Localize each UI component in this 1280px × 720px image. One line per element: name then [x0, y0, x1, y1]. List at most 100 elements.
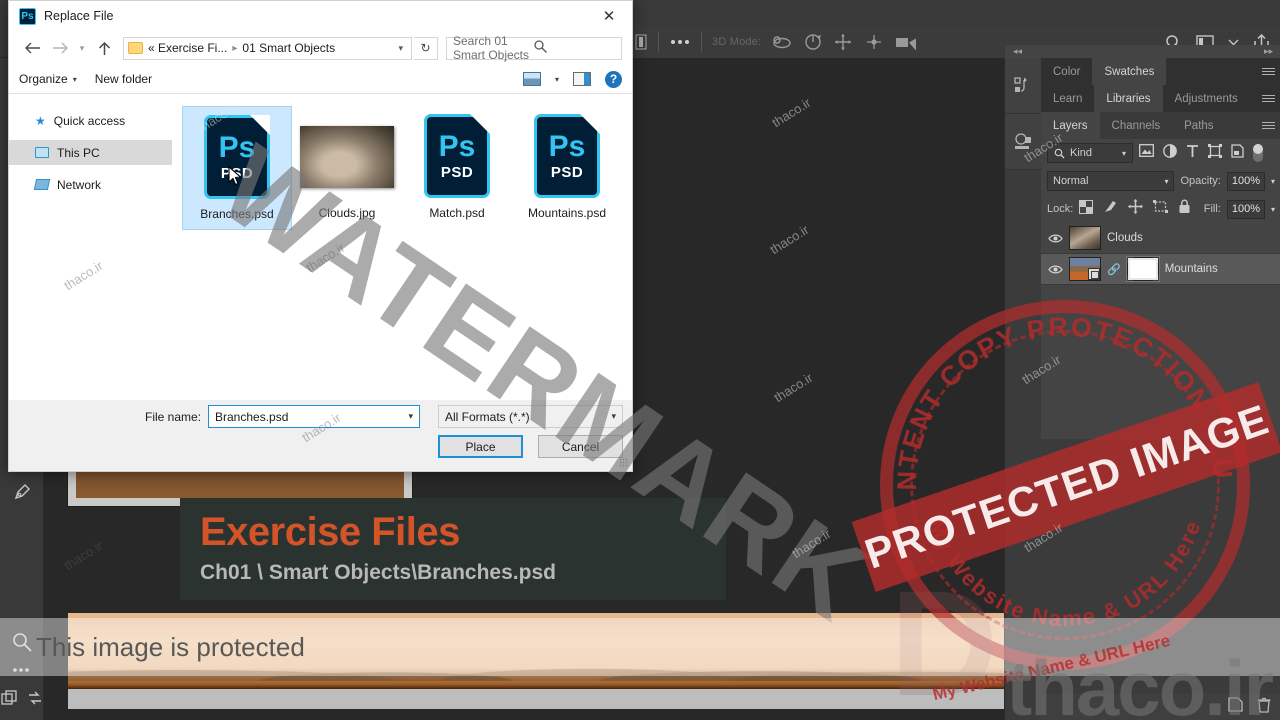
list-item[interactable]: Ps PSD Branches.psd: [182, 106, 292, 230]
eye-icon[interactable]: [1047, 233, 1063, 244]
new-folder-button[interactable]: New folder: [95, 72, 152, 86]
collapse-left-icon[interactable]: ◂◂: [1013, 46, 1022, 57]
panel-toggle-icon[interactable]: [634, 34, 648, 50]
preview-pane-icon[interactable]: [573, 72, 591, 86]
blend-mode-select[interactable]: Normal ▾: [1047, 171, 1175, 191]
chevron-down-icon[interactable]: ▾: [73, 75, 77, 84]
lock-artboard-icon[interactable]: [1153, 199, 1169, 219]
sidebar-item-network[interactable]: Network: [9, 172, 172, 197]
color-panel-menu-icon[interactable]: [1262, 58, 1275, 85]
slide-3d-icon[interactable]: [863, 33, 885, 51]
resize-grip[interactable]: [619, 458, 629, 468]
opacity-dropdown-icon[interactable]: ▾: [1271, 177, 1275, 186]
tab-swatches[interactable]: Swatches: [1092, 58, 1167, 85]
fill-value[interactable]: 100%: [1226, 199, 1265, 219]
tab-layers[interactable]: Layers: [1041, 112, 1100, 139]
mask-link-icon[interactable]: 🔗: [1107, 263, 1121, 276]
collapse-right-icon[interactable]: ▸▸: [1264, 46, 1273, 57]
search-icon[interactable]: [534, 40, 615, 56]
help-icon[interactable]: ?: [605, 70, 622, 88]
pan-3d-icon[interactable]: [833, 33, 853, 51]
ps-glyph: Ps: [438, 129, 476, 163]
camera-3d-icon[interactable]: [895, 34, 919, 50]
history-panel-icon[interactable]: [1005, 58, 1041, 114]
filename-input[interactable]: Branches.psd ▾: [208, 405, 420, 428]
layers-panel-menu-icon[interactable]: [1262, 112, 1275, 139]
eye-icon[interactable]: [1047, 264, 1063, 275]
layer-thumbnail[interactable]: [1069, 226, 1101, 250]
type-layer-filter-icon[interactable]: [1186, 144, 1199, 163]
new-layer-icon[interactable]: [1228, 697, 1243, 717]
lock-image-pixels-icon[interactable]: [1103, 199, 1118, 219]
smart-object-filter-icon[interactable]: [1231, 143, 1244, 163]
tab-learn[interactable]: Learn: [1041, 85, 1095, 112]
list-item[interactable]: Ps PSD Mountains.psd: [512, 106, 622, 230]
pen-tool-icon[interactable]: [12, 482, 32, 502]
breadcrumb[interactable]: « Exercise Fi... ▸ 01 Smart Objects ▾: [123, 36, 412, 60]
layer-name[interactable]: Clouds: [1107, 232, 1143, 244]
adjustment-layer-filter-icon[interactable]: [1163, 143, 1177, 163]
chevron-down-icon[interactable]: ▾: [1164, 177, 1168, 186]
screen-mode-icon[interactable]: [27, 690, 43, 706]
cancel-button[interactable]: Cancel: [538, 435, 623, 458]
back-arrow-icon[interactable]: [19, 35, 45, 61]
refresh-icon[interactable]: ↻: [414, 36, 438, 60]
list-item[interactable]: Clouds.jpg: [292, 106, 402, 230]
fill-dropdown-icon[interactable]: ▾: [1271, 205, 1275, 214]
delete-layer-icon[interactable]: [1257, 697, 1271, 718]
chevron-down-icon[interactable]: ▾: [555, 75, 559, 84]
chevron-down-icon[interactable]: ▾: [1122, 149, 1126, 158]
orbit-3d-icon[interactable]: [771, 33, 793, 51]
forward-arrow-icon[interactable]: [47, 35, 73, 61]
sidebar-item-quick-access[interactable]: ★ Quick access: [9, 108, 172, 133]
roll-3d-icon[interactable]: [803, 33, 823, 51]
layer-mask-thumbnail[interactable]: [1126, 257, 1159, 281]
quick-mask-icon[interactable]: [0, 690, 17, 706]
tab-adjustments[interactable]: Adjustments: [1162, 85, 1250, 112]
3d-panel-icon[interactable]: [1005, 114, 1041, 170]
table-row[interactable]: 🔗 Mountains: [1041, 254, 1280, 285]
lock-position-icon[interactable]: [1128, 199, 1144, 219]
layer-thumbnail[interactable]: [1069, 257, 1101, 281]
organize-button[interactable]: Organize ▾: [19, 72, 77, 86]
list-item[interactable]: Ps PSD Match.psd: [402, 106, 512, 230]
replace-file-dialog[interactable]: Ps Replace File ✕ ▾ « Exercise Fi... ▸ 0…: [8, 0, 633, 472]
breadcrumb-item-0[interactable]: « Exercise Fi...: [148, 41, 227, 55]
filter-enable-toggle[interactable]: [1253, 144, 1263, 162]
lock-label: Lock:: [1047, 203, 1074, 215]
chevron-down-icon[interactable]: ▾: [408, 411, 413, 422]
tab-channels[interactable]: Channels: [1099, 112, 1173, 139]
up-arrow-icon[interactable]: [91, 35, 117, 61]
search-input[interactable]: Search 01 Smart Objects: [446, 34, 622, 62]
sidebar-item-this-pc[interactable]: This PC: [9, 140, 172, 165]
file-format-select[interactable]: All Formats (*.*) ▾: [438, 405, 623, 428]
zoom-tool-icon[interactable]: [12, 632, 32, 652]
close-icon[interactable]: ✕: [586, 1, 632, 31]
dock-panel-column: Color Swatches Learn Libraries Adjustmen…: [1041, 58, 1280, 720]
pixel-layer-filter-icon[interactable]: [1139, 144, 1154, 162]
tab-color[interactable]: Color: [1041, 58, 1093, 85]
chevron-right-icon[interactable]: ▸: [232, 43, 237, 54]
view-layout-icon[interactable]: [522, 72, 541, 86]
layer-name[interactable]: Mountains: [1165, 263, 1218, 275]
ext-glyph: PSD: [550, 163, 584, 181]
tab-libraries[interactable]: Libraries: [1094, 85, 1163, 112]
dock-collapse-row[interactable]: ◂◂ ▸▸: [1005, 45, 1280, 58]
table-row[interactable]: Clouds: [1041, 223, 1280, 254]
lock-all-icon[interactable]: [1178, 199, 1191, 219]
recent-locations-icon[interactable]: ▾: [75, 43, 89, 54]
breadcrumb-item-1[interactable]: 01 Smart Objects: [242, 41, 335, 55]
chevron-down-icon[interactable]: ▾: [398, 43, 407, 54]
more-options-icon[interactable]: [669, 38, 691, 46]
shape-layer-filter-icon[interactable]: [1208, 143, 1222, 163]
layer-kind-filter[interactable]: Kind ▾: [1047, 143, 1133, 163]
file-list[interactable]: Ps PSD Branches.psd Clouds.jpg Ps PSD Ma…: [172, 94, 632, 400]
lock-transparent-pixels-icon[interactable]: [1079, 199, 1094, 219]
opacity-value[interactable]: 100%: [1226, 171, 1265, 191]
exercise-subtitle: Ch01 \ Smart Objects\Branches.psd: [200, 561, 556, 584]
more-tools-icon[interactable]: [11, 666, 33, 676]
chevron-down-icon[interactable]: ▾: [611, 411, 616, 422]
libraries-panel-menu-icon[interactable]: [1262, 85, 1275, 112]
place-button[interactable]: Place: [438, 435, 523, 458]
tab-paths[interactable]: Paths: [1172, 112, 1226, 139]
